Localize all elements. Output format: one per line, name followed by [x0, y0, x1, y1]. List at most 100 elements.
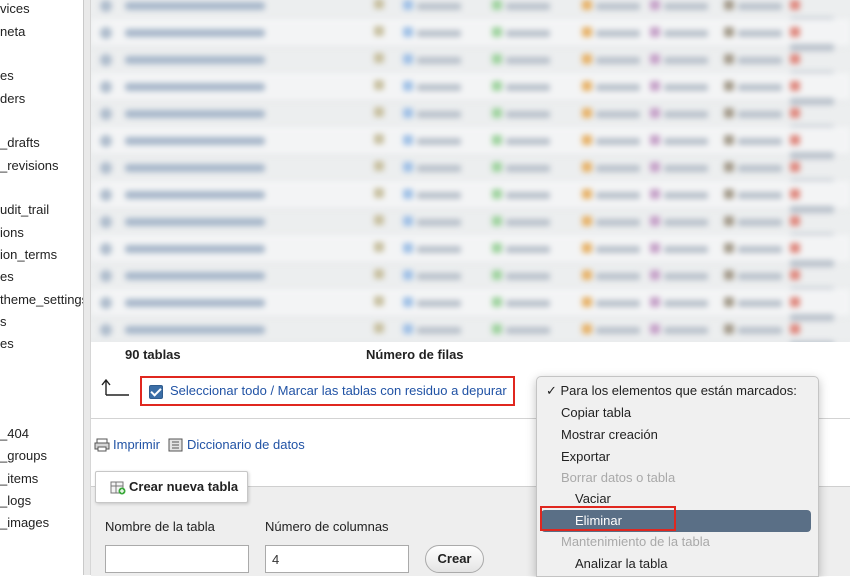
sidebar-item[interactable]: _drafts [0, 135, 40, 151]
row-action-placeholder [724, 0, 786, 12]
sidebar-item[interactable]: udit_trail [0, 202, 49, 218]
sidebar-item[interactable]: _404 [0, 426, 29, 442]
table-row [91, 289, 850, 321]
select-all-label[interactable]: Seleccionar todo / Marcar las tablas con… [170, 383, 507, 398]
checkbox-placeholder [100, 243, 112, 255]
columns-count-input[interactable] [265, 545, 409, 573]
row-action-placeholder [724, 187, 786, 201]
sidebar-item[interactable]: _items [0, 471, 38, 487]
sidebar-item[interactable]: es [0, 336, 14, 352]
row-action-placeholder [724, 214, 786, 228]
table-count: 90 tablas [125, 347, 181, 362]
checkbox-placeholder [100, 27, 112, 39]
sidebar-item[interactable]: _groups [0, 448, 47, 464]
row-action-placeholder [492, 0, 554, 12]
row-action-placeholder [582, 133, 644, 147]
row-action-placeholder [724, 241, 786, 255]
row-action-placeholder [724, 52, 786, 66]
row-action-placeholder [650, 0, 712, 12]
table-name-placeholder [125, 272, 265, 280]
table-name-placeholder [125, 218, 265, 226]
sidebar-item[interactable]: ion_terms [0, 247, 57, 263]
row-action-placeholder [403, 187, 465, 201]
row-action-placeholder [790, 322, 850, 342]
row-action-placeholder [582, 322, 644, 336]
table-row [91, 208, 850, 240]
row-action-placeholder [650, 25, 712, 39]
table-name-placeholder [125, 326, 265, 334]
favorite-icon [374, 53, 384, 63]
row-action-placeholder [582, 0, 644, 12]
row-action-placeholder [403, 133, 465, 147]
table-name-placeholder [125, 2, 265, 10]
checkbox-placeholder [100, 216, 112, 228]
favorite-icon [374, 269, 384, 279]
table-row [91, 154, 850, 186]
row-action-placeholder [403, 214, 465, 228]
row-action-placeholder [650, 187, 712, 201]
rows-header: Número de filas [366, 347, 464, 362]
sidebar-item[interactable]: es [0, 269, 14, 285]
table-name-placeholder [125, 56, 265, 64]
sidebar-item[interactable]: s [0, 314, 7, 330]
print-link[interactable]: Imprimir [94, 437, 160, 452]
row-action-placeholder [582, 52, 644, 66]
sidebar-item[interactable]: theme_settings [0, 292, 83, 308]
row-action-placeholder [492, 25, 554, 39]
favorite-icon [374, 80, 384, 90]
dropdown-option-8[interactable]: Analizar la tabla [537, 553, 818, 575]
select-all-row[interactable]: Seleccionar todo / Marcar las tablas con… [140, 376, 515, 406]
row-action-placeholder [492, 268, 554, 282]
sidebar-resize-gutter[interactable] [84, 0, 91, 575]
sidebar-item[interactable]: ions [0, 225, 24, 241]
table-row [91, 262, 850, 294]
with-selected-dropdown[interactable]: ✓ Para los elementos que están marcados:… [536, 376, 819, 577]
checkbox-placeholder [100, 324, 112, 336]
table-name-input[interactable] [105, 545, 249, 573]
row-action-placeholder [724, 295, 786, 309]
table-row [91, 73, 850, 105]
sidebar-item[interactable]: _revisions [0, 158, 59, 174]
new-table-icon [110, 481, 126, 495]
row-action-placeholder [724, 25, 786, 39]
checkbox-placeholder [100, 81, 112, 93]
checkbox-placeholder [100, 108, 112, 120]
row-action-placeholder [492, 241, 554, 255]
dropdown-option-4: Borrar datos o tabla [561, 470, 676, 485]
table-name-placeholder [125, 83, 265, 91]
table-row [91, 0, 850, 24]
checkbox-placeholder [100, 54, 112, 66]
sidebar-item[interactable]: neta [0, 24, 25, 40]
select-all-checkbox[interactable] [149, 385, 163, 399]
row-action-placeholder [492, 133, 554, 147]
row-action-placeholder [403, 322, 465, 336]
create-table-button[interactable]: Crear [425, 545, 484, 573]
row-action-placeholder [724, 106, 786, 120]
sidebar-item[interactable]: _logs [0, 493, 31, 509]
row-action-placeholder [650, 133, 712, 147]
sidebar-item[interactable]: es [0, 68, 14, 84]
row-action-placeholder [582, 25, 644, 39]
printer-icon [94, 438, 110, 452]
sidebar-item[interactable]: vices [0, 1, 30, 17]
row-action-placeholder [650, 214, 712, 228]
row-action-placeholder [492, 187, 554, 201]
dropdown-option-3[interactable]: Exportar [537, 446, 818, 468]
table-name-placeholder [125, 164, 265, 172]
print-label[interactable]: Imprimir [113, 437, 160, 452]
dropdown-option-1[interactable]: Copiar tabla [537, 402, 818, 424]
sidebar-item[interactable]: ders [0, 91, 25, 107]
row-action-placeholder [724, 268, 786, 282]
navigation-sidebar: vices neta es ders _drafts _revisions ud… [0, 0, 84, 575]
row-action-placeholder [403, 295, 465, 309]
row-action-placeholder [492, 214, 554, 228]
dropdown-option-2[interactable]: Mostrar creación [537, 424, 818, 446]
row-action-placeholder [582, 187, 644, 201]
create-table-legend: Crear nueva tabla [95, 471, 248, 503]
sidebar-item[interactable]: _images [0, 515, 49, 531]
dropdown-option-0[interactable]: ✓ Para los elementos que están marcados: [537, 380, 818, 402]
row-action-placeholder [403, 241, 465, 255]
favorite-icon [374, 215, 384, 225]
data-dictionary-link[interactable]: Diccionario de datos [168, 437, 305, 452]
data-dictionary-label[interactable]: Diccionario de datos [187, 437, 305, 452]
